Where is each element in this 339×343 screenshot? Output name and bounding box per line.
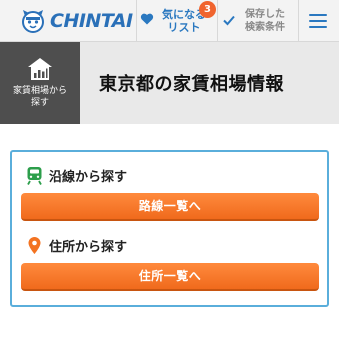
menu-bar: [309, 20, 327, 22]
saved-search-label: 保存した 検索条件: [245, 9, 285, 33]
saved-search-button[interactable]: 保存した 検索条件: [218, 0, 298, 42]
address-list-button[interactable]: 住所一覧へ: [21, 263, 319, 291]
site-header: CHINTAI 気になる リスト 3 保存した 検索条件: [0, 0, 339, 42]
favorites-count-badge: 3: [199, 1, 216, 18]
menu-bar: [309, 14, 327, 16]
heart-icon: [140, 13, 154, 25]
check-icon: [223, 15, 235, 26]
favorites-list-button[interactable]: 気になる リスト 3: [137, 0, 217, 42]
logo-wordmark: CHINTAI: [50, 10, 133, 32]
train-icon: [27, 167, 42, 185]
search-options-card: 沿線から探す 路線一覧へ 住所から探す 住所一覧へ: [10, 150, 329, 307]
page-title: 東京都の家賃相場情報: [99, 74, 284, 95]
map-pin-icon: [28, 237, 41, 254]
hamburger-menu-button[interactable]: [299, 0, 339, 42]
chintai-logo[interactable]: CHINTAI: [20, 8, 133, 34]
rent-search-tab[interactable]: 家賃相場から 探す: [0, 42, 80, 124]
page-title-band: 家賃相場から 探す 東京都の家賃相場情報: [0, 42, 339, 124]
line-list-button[interactable]: 路線一覧へ: [21, 193, 319, 221]
house-chart-icon: [28, 58, 52, 80]
line-search-heading: 沿線から探す: [26, 166, 127, 185]
rent-search-tab-label: 家賃相場から 探す: [12, 86, 67, 108]
menu-bar: [309, 26, 327, 28]
mascot-icon: [22, 10, 44, 33]
address-search-heading: 住所から探す: [26, 236, 127, 255]
